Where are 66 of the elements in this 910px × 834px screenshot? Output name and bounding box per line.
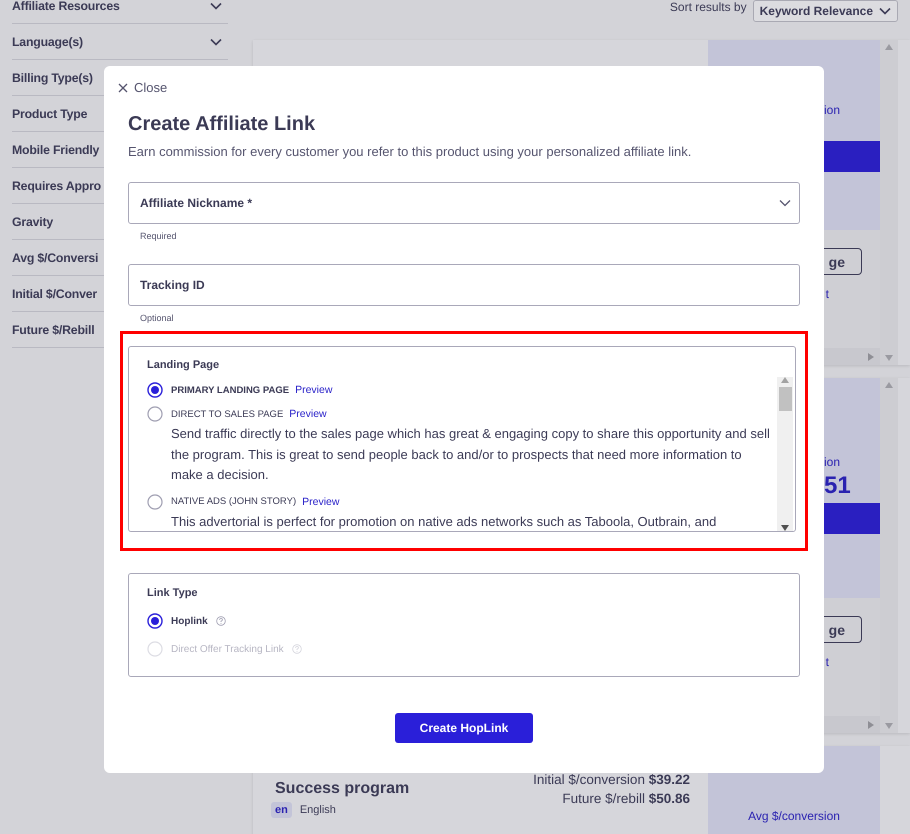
preview-link[interactable]: Preview bbox=[302, 496, 340, 508]
option-description: Send traffic directly to the sales page which has great & engaging copy to share this opportunity and sell the program. This is great to send people back to and/or to prospects that need more information to make a decision. bbox=[171, 425, 771, 484]
option-label: NATIVE ADS (JOHN STORY) bbox=[171, 496, 296, 507]
nickname-select[interactable]: Affiliate Nickname * bbox=[128, 182, 800, 224]
price-value: 51 bbox=[824, 473, 852, 499]
chevron-down-icon bbox=[879, 7, 891, 15]
stat-text: Initial $/conversion $39.22 bbox=[533, 772, 690, 787]
scroll-thumb[interactable] bbox=[778, 387, 792, 411]
chevron-down-icon bbox=[210, 38, 222, 46]
radio-button[interactable] bbox=[147, 382, 163, 398]
sort-dropdown[interactable]: Keyword Relevance bbox=[752, 0, 898, 22]
section-title: Link Type bbox=[147, 587, 199, 599]
dialog-subtitle: Earn commission for every customer you refer to this product using your personalized affiliate link. bbox=[128, 144, 692, 159]
metric-label: ion bbox=[824, 103, 842, 117]
filter-label[interactable]: Mobile Friendly bbox=[12, 142, 100, 156]
filter-label[interactable]: Affiliate Resources bbox=[12, 0, 120, 12]
scroll-down-icon bbox=[885, 355, 893, 361]
scroll-down-icon bbox=[781, 525, 789, 531]
scroll-up-icon bbox=[781, 377, 789, 383]
filter-label[interactable]: Billing Type(s) bbox=[12, 70, 93, 84]
language-label: English bbox=[300, 804, 336, 816]
option-label: Direct Offer Tracking Link bbox=[171, 644, 284, 654]
radio-button[interactable] bbox=[147, 613, 163, 629]
scroll-down-icon bbox=[885, 723, 893, 729]
chevron-down-icon bbox=[779, 199, 791, 207]
chevron-down-icon bbox=[210, 2, 222, 10]
tracking-id-field[interactable]: Tracking ID bbox=[128, 264, 800, 306]
filter-label[interactable]: Gravity bbox=[12, 214, 53, 228]
scroll-right-icon bbox=[868, 352, 874, 360]
option-label: DIRECT TO SALES PAGE bbox=[171, 408, 284, 420]
help-icon bbox=[216, 616, 226, 626]
close-icon bbox=[118, 82, 128, 92]
section-title: Landing Page bbox=[147, 359, 220, 371]
sort-label: Sort results by bbox=[670, 0, 747, 14]
close-button[interactable]: Close bbox=[118, 80, 168, 95]
field-hint: Optional bbox=[140, 313, 175, 323]
radio-button[interactable] bbox=[147, 406, 163, 422]
filter-label[interactable]: Initial $/Conver bbox=[12, 286, 97, 300]
text-link[interactable]: t bbox=[826, 287, 829, 301]
stat-text: Future $/rebill $50.86 bbox=[562, 791, 690, 806]
option-label: PRIMARY LANDING PAGE bbox=[171, 384, 290, 396]
preview-link[interactable]: Preview bbox=[289, 408, 327, 420]
scroll-up-icon bbox=[885, 382, 893, 388]
filter-label[interactable]: Language(s) bbox=[12, 34, 83, 48]
filter-label[interactable]: Product Type bbox=[12, 106, 88, 120]
product-title: Success program bbox=[275, 780, 410, 799]
vertical-scrollbar[interactable] bbox=[880, 40, 898, 365]
vertical-scrollbar[interactable] bbox=[880, 378, 898, 733]
preview-link[interactable]: Preview bbox=[295, 384, 332, 396]
radio-button[interactable] bbox=[147, 494, 163, 510]
scroll-up-icon bbox=[885, 44, 893, 50]
option-label: Hoplink bbox=[171, 616, 208, 626]
help-icon bbox=[292, 644, 302, 654]
filter-label[interactable]: Future $/Rebill bbox=[12, 322, 94, 336]
create-hoplink-button[interactable]: Create HopLink bbox=[395, 713, 533, 743]
filter-label[interactable]: Requires Appro bbox=[12, 178, 101, 192]
option-description: This advertorial is perfect for promotion on native ads networks such as Taboola, Outbrain, and bbox=[171, 512, 718, 531]
dialog-title: Create Affiliate Link bbox=[128, 113, 316, 136]
scrollbar[interactable] bbox=[777, 377, 793, 531]
scroll-right-icon bbox=[868, 720, 874, 728]
text-link[interactable]: t bbox=[826, 655, 829, 669]
filter-label[interactable]: Avg $/Conversi bbox=[12, 250, 98, 264]
language-badge: en bbox=[271, 802, 292, 818]
field-hint: Required bbox=[140, 231, 178, 241]
metric-label: ion bbox=[824, 455, 842, 469]
metric-label: Avg $/conversion bbox=[748, 809, 840, 825]
